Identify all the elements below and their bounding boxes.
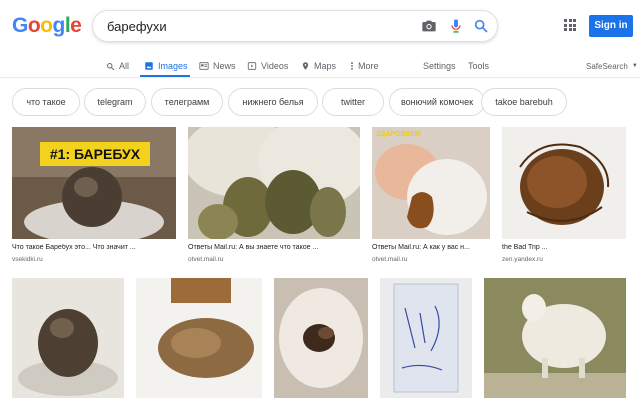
image-result[interactable]	[274, 278, 368, 398]
chip[interactable]: что такое	[12, 88, 80, 116]
result-caption[interactable]: the Bad Trip ...	[502, 244, 626, 251]
chip[interactable]: вонючий комочек	[389, 88, 485, 116]
safesearch-toggle[interactable]: SafeSearch ▼	[586, 55, 638, 77]
logo-letter: o	[27, 14, 41, 37]
tab-images[interactable]: Images	[144, 55, 188, 77]
result-source: otvet.mail.ru	[372, 256, 408, 263]
search-input[interactable]: барефухи	[107, 19, 167, 34]
divider	[0, 77, 640, 78]
tab-label: Maps	[314, 61, 337, 71]
result-thumbnail[interactable]	[188, 127, 360, 239]
tab-label: Images	[158, 61, 188, 71]
image-result[interactable]	[136, 278, 262, 398]
image-result[interactable]	[484, 278, 626, 398]
result-caption[interactable]: Что такое Баребух это... Что значит ...	[12, 244, 174, 251]
result-thumbnail[interactable]	[502, 127, 626, 239]
google-logo[interactable]: Google	[12, 14, 82, 38]
image-result[interactable]: #1: БАРЕБУХ Что такое Баребух это... Что…	[12, 127, 176, 265]
tab-settings[interactable]: Settings	[423, 55, 456, 77]
tab-videos[interactable]: Videos	[247, 55, 288, 77]
result-source: vsekidki.ru	[12, 256, 43, 263]
search-box[interactable]: барефухи	[92, 10, 498, 42]
result-thumbnail[interactable]: #1: БАРЕБУХ	[12, 127, 176, 239]
tab-more[interactable]: More	[350, 55, 379, 77]
microphone-icon[interactable]	[448, 18, 464, 34]
tab-label: Settings	[423, 61, 456, 71]
logo-letter: o	[40, 14, 53, 37]
sign-in-button[interactable]: Sign in	[589, 15, 633, 37]
result-source: zen.yandex.ru	[502, 256, 543, 263]
image-result[interactable]: ЗДАРОВАЕМ Ответы Mail.ru: А как у вас н.…	[372, 127, 490, 265]
image-result[interactable]: the Bad Trip ... zen.yandex.ru	[502, 127, 626, 265]
tab-label: Tools	[468, 61, 490, 71]
chip[interactable]: телеграмм	[151, 88, 223, 116]
result-source: otvet.mail.ru	[188, 256, 224, 263]
thumbnail-overlay-text: ЗДАРОВАЕМ	[376, 131, 421, 138]
logo-letter: G	[12, 14, 28, 37]
chip[interactable]: telegram	[84, 88, 146, 116]
search-icon	[107, 62, 115, 70]
tab-label: All	[119, 61, 130, 71]
caret-down-icon: ▼	[631, 63, 638, 69]
search-icon[interactable]	[473, 18, 489, 34]
logo-letter: e	[70, 14, 82, 37]
thumbnail-overlay-text: #1: БАРЕБУХ	[50, 146, 141, 162]
image-result[interactable]: Ответы Mail.ru: А вы знаете что такое ..…	[188, 127, 360, 265]
chip[interactable]: twitter	[322, 88, 384, 116]
safesearch-label: SafeSearch	[586, 61, 628, 71]
news-icon	[199, 62, 209, 70]
video-icon	[247, 62, 257, 70]
result-caption[interactable]: Ответы Mail.ru: А вы знаете что такое ..…	[188, 244, 358, 251]
search-tabs: All Images News Videos Maps More Setting…	[0, 55, 640, 78]
apps-grid-icon[interactable]	[564, 19, 576, 31]
image-result[interactable]	[12, 278, 124, 398]
logo-letter: g	[52, 14, 66, 37]
map-pin-icon	[302, 62, 309, 70]
kebab-icon	[351, 62, 353, 70]
chip[interactable]: нижнего белья	[228, 88, 318, 116]
tab-tools[interactable]: Tools	[468, 55, 489, 77]
image-icon	[145, 62, 153, 70]
result-thumbnail[interactable]: ЗДАРОВАЕМ	[372, 127, 490, 239]
tab-news[interactable]: News	[199, 55, 236, 77]
camera-icon[interactable]	[421, 18, 437, 34]
result-thumbnail[interactable]	[380, 278, 472, 398]
tab-maps[interactable]: Maps	[301, 55, 336, 77]
image-result[interactable]	[380, 278, 472, 398]
chip[interactable]: takoe barebuh	[481, 88, 567, 116]
tab-all[interactable]: All	[106, 55, 129, 77]
tab-label: Videos	[261, 61, 289, 71]
result-thumbnail[interactable]	[484, 278, 626, 398]
result-thumbnail[interactable]	[12, 278, 124, 398]
result-caption[interactable]: Ответы Mail.ru: А как у вас н...	[372, 244, 490, 251]
result-thumbnail[interactable]	[136, 278, 262, 398]
tab-label: News	[213, 61, 236, 71]
tab-label: More	[358, 61, 379, 71]
result-thumbnail[interactable]	[274, 278, 368, 398]
